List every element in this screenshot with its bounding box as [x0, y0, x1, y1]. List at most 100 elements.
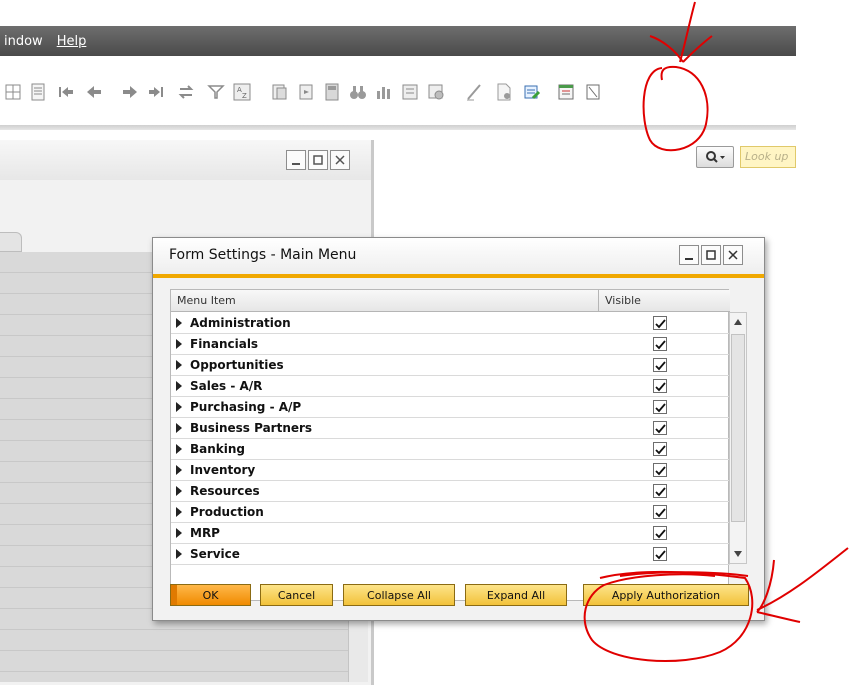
column-menu-item[interactable]: Menu Item — [177, 294, 236, 307]
menu-row-production[interactable]: Production — [171, 502, 730, 523]
minimize-icon — [292, 163, 300, 165]
visible-checkbox[interactable] — [653, 379, 667, 393]
menu-row-sales[interactable]: Sales - A/R — [171, 376, 730, 397]
menu-row-resources[interactable]: Resources — [171, 481, 730, 502]
last-record-icon[interactable] — [146, 82, 166, 102]
first-record-icon[interactable] — [56, 82, 76, 102]
list-icon[interactable] — [28, 82, 48, 102]
dialog-maximize-button[interactable] — [701, 245, 721, 265]
menu-row-purchasing[interactable]: Purchasing - A/P — [171, 397, 730, 418]
calculator-icon[interactable] — [322, 82, 342, 102]
menu-row-opportunities[interactable]: Opportunities — [171, 355, 730, 376]
copy-document-icon[interactable] — [270, 82, 290, 102]
expand-all-label: Expand All — [486, 588, 546, 602]
grid-vertical-scrollbar[interactable] — [729, 312, 747, 564]
menu-row-label: Administration — [190, 316, 291, 330]
dialog-minimize-button[interactable] — [679, 245, 699, 265]
expand-arrow-icon[interactable] — [176, 444, 182, 454]
menu-row-label: Financials — [190, 337, 259, 351]
close-icon — [335, 155, 345, 165]
visible-checkbox[interactable] — [653, 337, 667, 351]
close-icon — [728, 250, 738, 260]
menu-row-label: Business Partners — [190, 421, 313, 435]
sort-icon[interactable]: AZ — [232, 82, 252, 102]
previous-record-icon[interactable] — [84, 82, 104, 102]
menu-row-service[interactable]: Service — [171, 544, 730, 565]
menu-row-inventory[interactable]: Inventory — [171, 460, 730, 481]
menu-row-label: Opportunities — [190, 358, 284, 372]
expand-arrow-icon[interactable] — [176, 339, 182, 349]
expand-arrow-icon[interactable] — [176, 465, 182, 475]
paste-document-icon[interactable] — [296, 82, 316, 102]
maximize-icon — [706, 250, 716, 260]
menu-help[interactable]: Help — [53, 34, 91, 49]
menu-items-grid: Menu Item Visible Administration Financi… — [170, 289, 730, 601]
expand-arrow-icon[interactable] — [176, 486, 182, 496]
chart-icon[interactable] — [374, 82, 394, 102]
background-tab[interactable] — [0, 232, 22, 252]
cancel-button[interactable]: Cancel — [260, 584, 333, 606]
ok-button[interactable]: OK — [170, 584, 251, 606]
pick-list-icon[interactable] — [400, 82, 420, 102]
expand-arrow-icon[interactable] — [176, 507, 182, 517]
expand-all-button[interactable]: Expand All — [465, 584, 567, 606]
grid-header: Menu Item Visible — [171, 290, 730, 312]
right-margin — [796, 0, 850, 685]
menu-row-financials[interactable]: Financials — [171, 334, 730, 355]
column-visible[interactable]: Visible — [605, 294, 641, 307]
minimize-icon — [685, 258, 693, 260]
expand-arrow-icon[interactable] — [176, 549, 182, 559]
menu-row-label: Purchasing - A/P — [190, 400, 302, 414]
form-settings-icon[interactable] — [494, 82, 514, 102]
pen-icon[interactable] — [464, 82, 484, 102]
bg-maximize-button[interactable] — [308, 150, 328, 170]
lookup-input[interactable]: Look up — [740, 146, 796, 168]
visible-checkbox[interactable] — [653, 526, 667, 540]
collapse-all-button[interactable]: Collapse All — [343, 584, 455, 606]
bg-minimize-button[interactable] — [286, 150, 306, 170]
menu-row-mrp[interactable]: MRP — [171, 523, 730, 544]
visible-checkbox[interactable] — [653, 547, 667, 561]
column-separator[interactable] — [598, 290, 599, 312]
scroll-up-icon[interactable] — [733, 318, 743, 326]
bg-close-button[interactable] — [330, 150, 350, 170]
scroll-down-icon[interactable] — [733, 550, 743, 558]
grid-icon[interactable] — [3, 82, 23, 102]
calendar-icon[interactable] — [556, 82, 576, 102]
visible-checkbox[interactable] — [653, 463, 667, 477]
expand-arrow-icon[interactable] — [176, 360, 182, 370]
filter-icon[interactable] — [206, 82, 226, 102]
binoculars-icon[interactable] — [348, 82, 368, 102]
search-button[interactable] — [696, 146, 734, 168]
query-icon[interactable] — [522, 82, 542, 102]
menu-window[interactable]: indow — [0, 34, 47, 49]
visible-checkbox[interactable] — [653, 358, 667, 372]
scrollbar-thumb[interactable] — [731, 334, 745, 522]
refresh-icon[interactable] — [176, 82, 196, 102]
menu-row-administration[interactable]: Administration — [171, 313, 730, 334]
grid-row — [0, 630, 348, 651]
svg-text:Z: Z — [242, 92, 247, 100]
visible-checkbox[interactable] — [653, 442, 667, 456]
checkmark-icon — [654, 486, 666, 496]
next-record-icon[interactable] — [120, 82, 140, 102]
dialog-close-button[interactable] — [723, 245, 743, 265]
expand-arrow-icon[interactable] — [176, 318, 182, 328]
visible-checkbox[interactable] — [653, 505, 667, 519]
dialog-titlebar[interactable]: Form Settings - Main Menu — [153, 238, 764, 274]
grid-rows: Administration Financials Opportunities … — [171, 313, 730, 565]
menu-row-banking[interactable]: Banking — [171, 439, 730, 460]
apply-authorization-button[interactable]: Apply Authorization — [583, 584, 749, 606]
expand-arrow-icon[interactable] — [176, 381, 182, 391]
visible-checkbox[interactable] — [653, 400, 667, 414]
expand-arrow-icon[interactable] — [176, 528, 182, 538]
settings-doc-icon[interactable] — [426, 82, 446, 102]
more-icon[interactable] — [584, 82, 604, 102]
menu-row-label: Service — [190, 547, 240, 561]
visible-checkbox[interactable] — [653, 421, 667, 435]
expand-arrow-icon[interactable] — [176, 423, 182, 433]
menu-row-business-partners[interactable]: Business Partners — [171, 418, 730, 439]
expand-arrow-icon[interactable] — [176, 402, 182, 412]
visible-checkbox[interactable] — [653, 316, 667, 330]
visible-checkbox[interactable] — [653, 484, 667, 498]
